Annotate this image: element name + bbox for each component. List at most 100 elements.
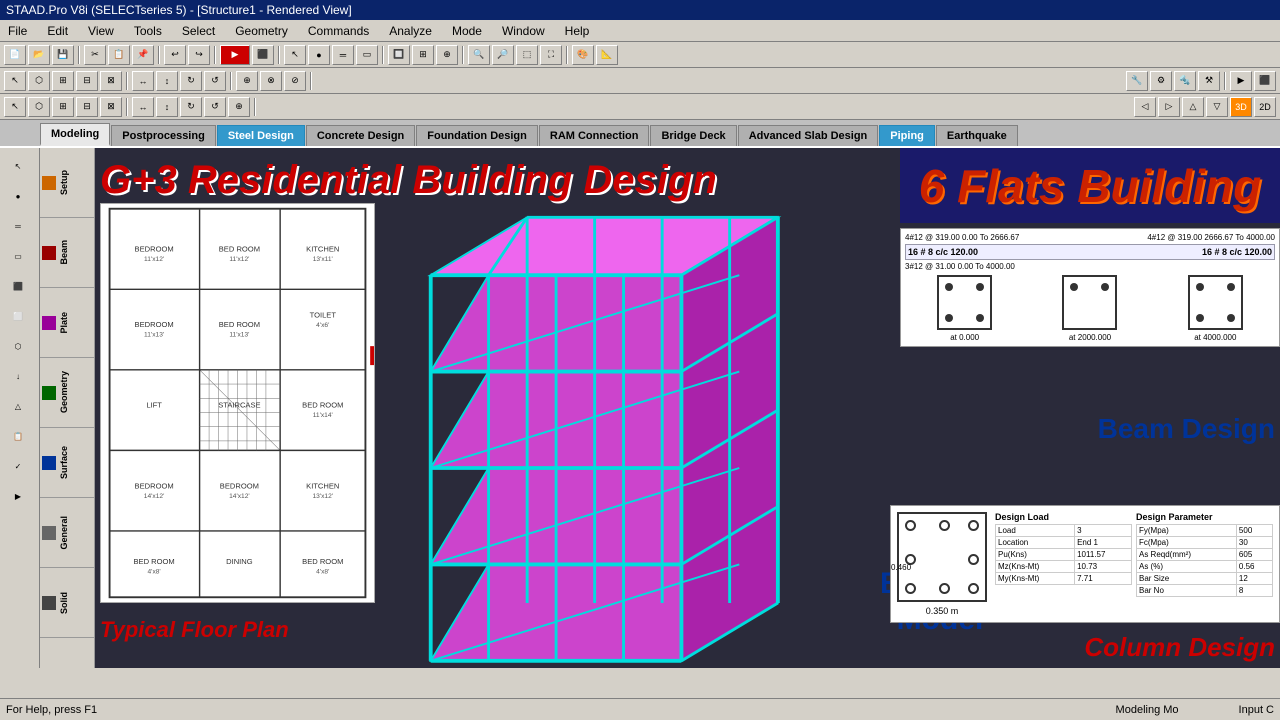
menu-view[interactable]: View [84, 22, 118, 40]
tb-beam2[interactable]: ═ [332, 45, 354, 65]
tb-save[interactable]: 💾 [52, 45, 74, 65]
tb2-6[interactable]: ↔ [132, 71, 154, 91]
tb3-4[interactable]: ⊟ [76, 97, 98, 117]
tb-plate2[interactable]: ▭ [356, 45, 378, 65]
sidebar-icon-spec[interactable]: 📋 [2, 422, 34, 450]
menu-select[interactable]: Select [178, 22, 219, 40]
col-bar-no: 8 [1236, 585, 1272, 597]
sidebar-icon-solid2[interactable]: ⬛ [2, 272, 34, 300]
tb2-11[interactable]: ⊗ [260, 71, 282, 91]
tb3-view3[interactable]: △ [1182, 97, 1204, 117]
sidebar-icon-geometry2[interactable]: ⬡ [2, 332, 34, 360]
tb3-9[interactable]: ↺ [204, 97, 226, 117]
tb2-10[interactable]: ⊕ [236, 71, 258, 91]
tb-select[interactable]: ↖ [284, 45, 306, 65]
tb-redo[interactable]: ↪ [188, 45, 210, 65]
tb-open[interactable]: 📂 [28, 45, 50, 65]
tb2-2[interactable]: ⬡ [28, 71, 50, 91]
tb3-5[interactable]: ⊠ [100, 97, 122, 117]
tb2-8[interactable]: ↻ [180, 71, 202, 91]
tb-run[interactable]: ▶ [220, 45, 250, 65]
svg-text:14'x12': 14'x12' [229, 493, 250, 500]
tb-zoom-window[interactable]: ⬚ [516, 45, 538, 65]
tab-piping[interactable]: Piping [879, 125, 935, 146]
tb3-10[interactable]: ⊕ [228, 97, 250, 117]
tb3-view2[interactable]: ▷ [1158, 97, 1180, 117]
vert-beam[interactable]: Beam [40, 218, 94, 288]
tb3-view1[interactable]: ◁ [1134, 97, 1156, 117]
tb-paste[interactable]: 📌 [132, 45, 154, 65]
menu-help[interactable]: Help [561, 22, 594, 40]
svg-text:11'x13': 11'x13' [144, 332, 164, 339]
tab-steel-design[interactable]: Steel Design [217, 125, 305, 146]
tb3-1[interactable]: ↖ [4, 97, 26, 117]
vert-setup[interactable]: Setup [40, 148, 94, 218]
tb-zoom-in[interactable]: 🔍 [468, 45, 490, 65]
tb-zoom-out[interactable]: 🔎 [492, 45, 514, 65]
tab-earthquake[interactable]: Earthquake [936, 125, 1018, 146]
menu-file[interactable]: File [4, 22, 31, 40]
tb2-4[interactable]: ⊟ [76, 71, 98, 91]
tb2-3[interactable]: ⊞ [52, 71, 74, 91]
sidebar-icon-load[interactable]: ↓ [2, 362, 34, 390]
menu-analyze[interactable]: Analyze [385, 22, 436, 40]
tb2-anim[interactable]: ▶ [1230, 71, 1252, 91]
vert-general[interactable]: General [40, 498, 94, 568]
vert-surface[interactable]: Surface [40, 428, 94, 498]
tb-stop[interactable]: ⬛ [252, 45, 274, 65]
tb3-view4[interactable]: ▽ [1206, 97, 1228, 117]
sidebar-icon-run2[interactable]: ▶ [2, 482, 34, 510]
tb-new[interactable]: 📄 [4, 45, 26, 65]
tb-snap[interactable]: 🔲 [388, 45, 410, 65]
tb2-7[interactable]: ↕ [156, 71, 178, 91]
tb3-3[interactable]: ⊞ [52, 97, 74, 117]
tab-advanced-slab[interactable]: Advanced Slab Design [738, 125, 879, 146]
tb2-5[interactable]: ⊠ [100, 71, 122, 91]
tb2-view3[interactable]: 🔩 [1174, 71, 1196, 91]
tb-wire[interactable]: 📐 [596, 45, 618, 65]
vert-geometry[interactable]: Geometry [40, 358, 94, 428]
tb-copy[interactable]: 📋 [108, 45, 130, 65]
sidebar-icon-assign[interactable]: ✓ [2, 452, 34, 480]
sidebar-icon-plate3[interactable]: ▭ [2, 242, 34, 270]
tab-postprocessing[interactable]: Postprocessing [111, 125, 216, 146]
sidebar-icon-support[interactable]: △ [2, 392, 34, 420]
tb3-6[interactable]: ↔ [132, 97, 154, 117]
tb2-stop2[interactable]: ⬛ [1254, 71, 1276, 91]
sidebar-icon-select[interactable]: ↖ [2, 152, 34, 180]
tb3-7[interactable]: ↕ [156, 97, 178, 117]
tb2-view4[interactable]: ⚒ [1198, 71, 1220, 91]
tb2-9[interactable]: ↺ [204, 71, 226, 91]
menu-mode[interactable]: Mode [448, 22, 486, 40]
tb-cursor[interactable]: ⊕ [436, 45, 458, 65]
tab-bridge-deck[interactable]: Bridge Deck [650, 125, 736, 146]
tab-ram-connection[interactable]: RAM Connection [539, 125, 650, 146]
tb3-2[interactable]: ⬡ [28, 97, 50, 117]
tb2-1[interactable]: ↖ [4, 71, 26, 91]
tab-modeling[interactable]: Modeling [40, 123, 110, 146]
tab-foundation-design[interactable]: Foundation Design [416, 125, 538, 146]
menu-commands[interactable]: Commands [304, 22, 373, 40]
tb2-12[interactable]: ⊘ [284, 71, 306, 91]
tab-concrete-design[interactable]: Concrete Design [306, 125, 415, 146]
sidebar-icon-beam3[interactable]: ═ [2, 212, 34, 240]
menu-edit[interactable]: Edit [43, 22, 72, 40]
vert-plate[interactable]: Plate [40, 288, 94, 358]
tb-zoom-all[interactable]: ⛶ [540, 45, 562, 65]
menu-tools[interactable]: Tools [130, 22, 166, 40]
menu-geometry[interactable]: Geometry [231, 22, 292, 40]
tb-grid[interactable]: ⊞ [412, 45, 434, 65]
tb3-2d[interactable]: 2D [1254, 97, 1276, 117]
tb-undo[interactable]: ↩ [164, 45, 186, 65]
vert-solid[interactable]: Solid [40, 568, 94, 638]
sidebar-icon-node[interactable]: ● [2, 182, 34, 210]
tb2-view1[interactable]: 🔧 [1126, 71, 1148, 91]
tb3-8[interactable]: ↻ [180, 97, 202, 117]
tb-node[interactable]: ● [308, 45, 330, 65]
tb2-view2[interactable]: ⚙ [1150, 71, 1172, 91]
tb-render[interactable]: 🎨 [572, 45, 594, 65]
sidebar-icon-surface[interactable]: ⬜ [2, 302, 34, 330]
tb-cut[interactable]: ✂ [84, 45, 106, 65]
tb3-3d[interactable]: 3D [1230, 97, 1252, 117]
menu-window[interactable]: Window [498, 22, 549, 40]
